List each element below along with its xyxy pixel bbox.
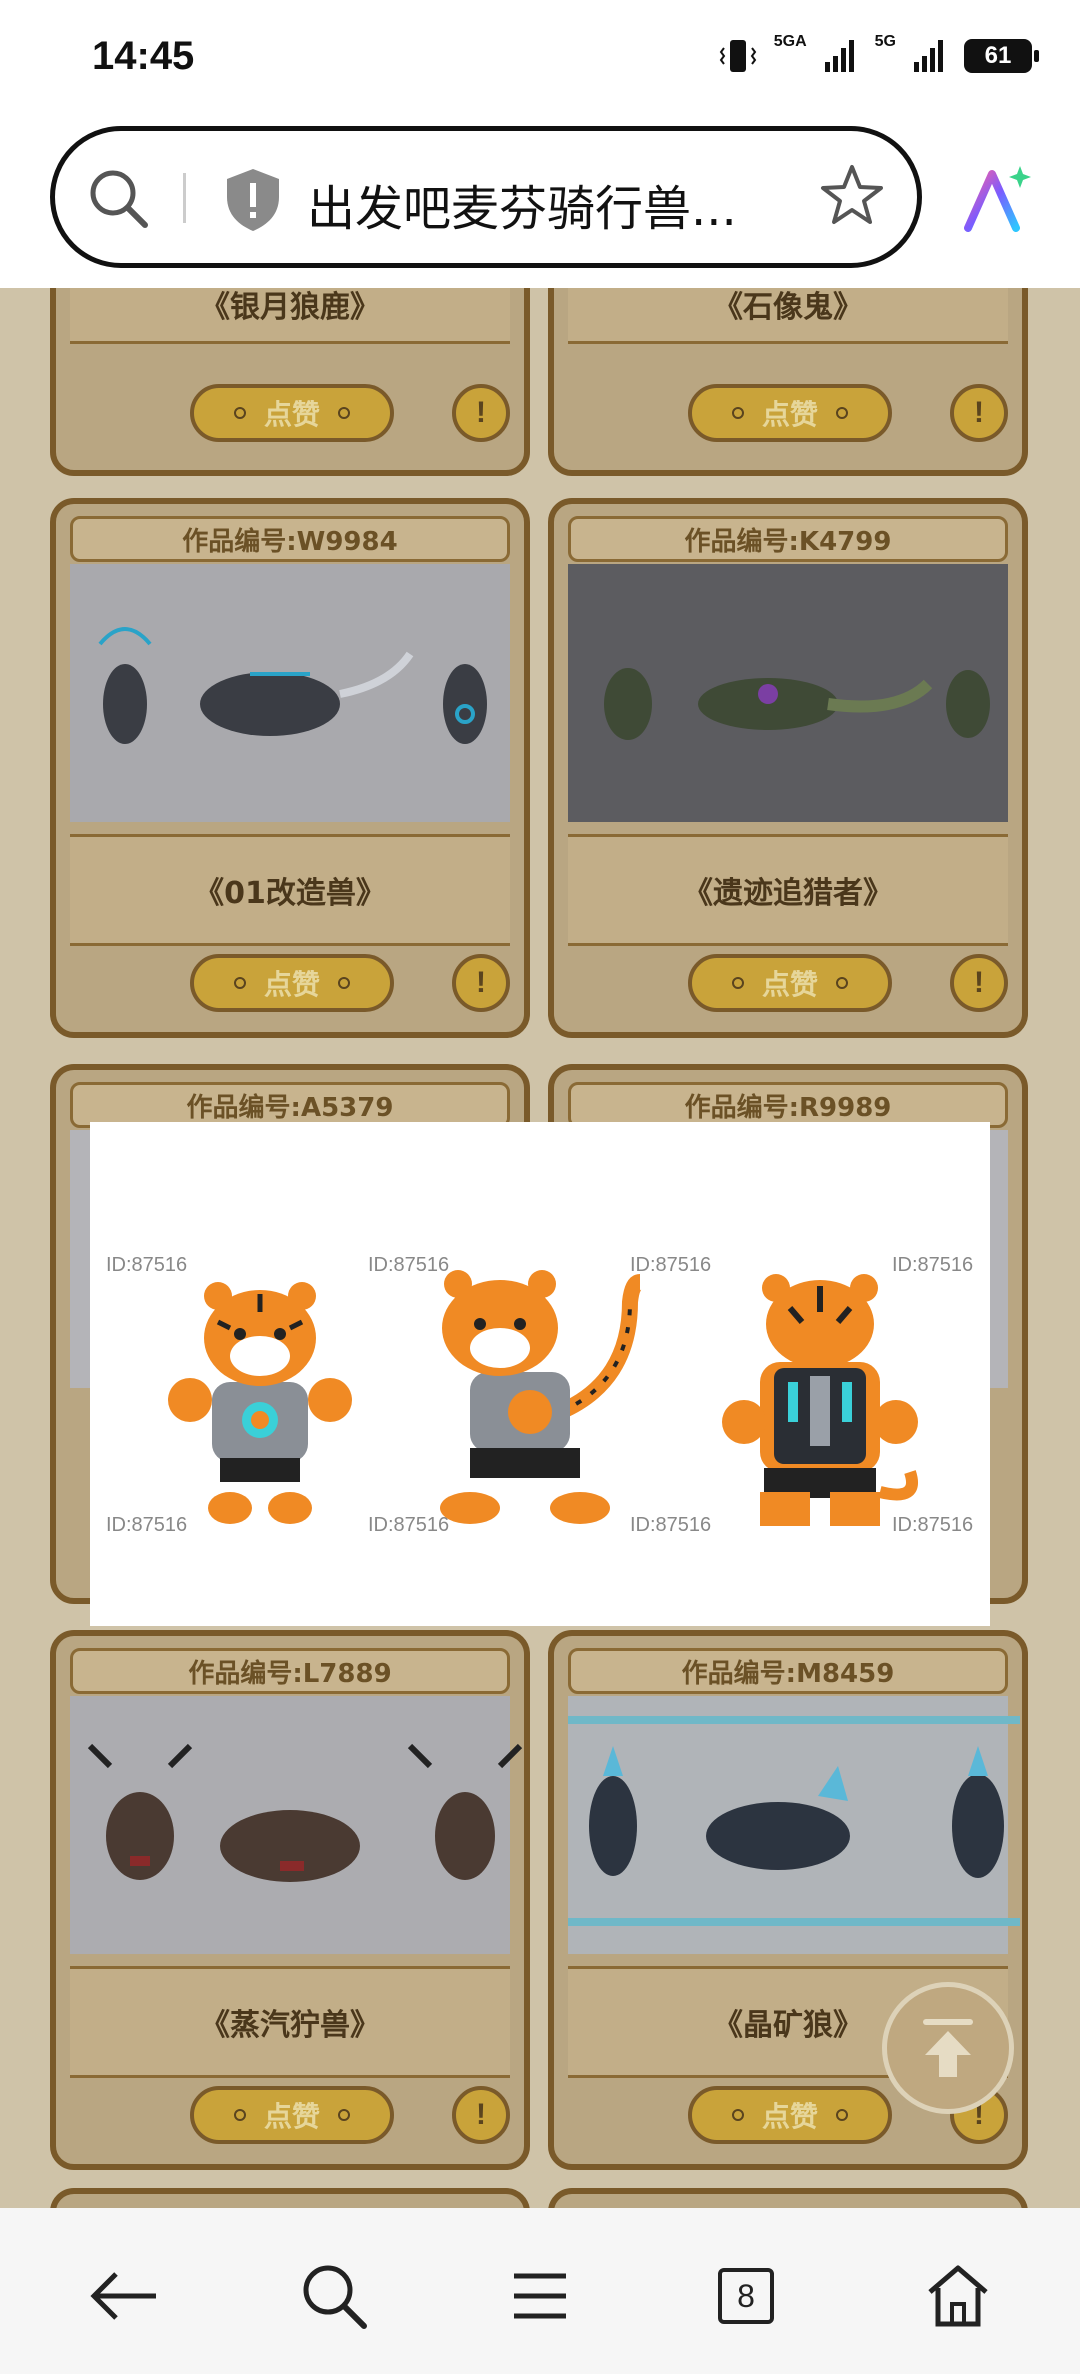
bookmark-star-icon[interactable] <box>817 161 887 231</box>
card-title-band: 《银月狼鹿》 <box>70 288 510 344</box>
mech-beast-sketch <box>98 627 487 744</box>
artwork-code: 作品编号:L7889 <box>188 1658 392 1689</box>
search-icon[interactable] <box>87 167 151 231</box>
button-dot-icon <box>836 2109 848 2121</box>
status-icons: 5GA 5G 61 <box>718 33 1039 76</box>
vibrate-icon <box>719 40 756 72</box>
like-button[interactable]: 点赞 <box>688 954 892 1012</box>
like-button[interactable]: 点赞 <box>190 384 394 442</box>
card-code-banner: 作品编号:M8459 <box>568 1648 1008 1694</box>
tabs-button[interactable]: 8 <box>706 2256 786 2336</box>
tiger-back-illustration <box>722 1274 918 1526</box>
page-title[interactable]: 出发吧麦芬骑行兽... <box>307 169 737 239</box>
artwork-card: 《银月狼鹿》 点赞 ! <box>50 288 530 476</box>
like-button[interactable]: 点赞 <box>190 954 394 1012</box>
button-dot-icon <box>731 977 744 989</box>
crystal-wolf-sketch <box>568 1716 1020 1926</box>
artwork-image[interactable] <box>568 564 1008 822</box>
button-dot-icon <box>338 407 350 419</box>
card-code-banner: 作品编号:W9984 <box>70 516 510 562</box>
clock: 14:45 <box>92 34 195 78</box>
like-label: 点赞 <box>761 2100 818 2133</box>
report-button[interactable]: ! <box>452 954 510 1012</box>
network-label-2: 5G <box>874 33 896 50</box>
home-icon <box>928 2265 988 2327</box>
artwork-image[interactable] <box>70 564 510 822</box>
button-dot-icon <box>233 407 246 419</box>
tiger-side-illustration <box>440 1270 643 1524</box>
battery-indicator: 61 <box>964 39 1039 73</box>
button-dot-icon <box>731 407 744 419</box>
card-title-band: 《遗迹追猎者》 <box>568 834 1008 946</box>
network-label-1: 5GA <box>773 33 807 50</box>
artwork-code: 作品编号:W9984 <box>182 526 398 557</box>
artwork-image[interactable] <box>568 1696 1020 1954</box>
search-icon <box>303 2265 367 2329</box>
card-title-band: 《01改造兽》 <box>70 834 510 946</box>
card-code-banner: 作品编号:L7889 <box>70 1648 510 1694</box>
hunter-beast-sketch <box>604 668 990 740</box>
like-label: 点赞 <box>761 398 818 431</box>
image-preview-popup[interactable]: ID:87516 ID:87516 ID:87516 ID:87516 ID:8… <box>90 1122 990 1626</box>
artwork-image[interactable] <box>70 1696 523 1954</box>
artwork-card: 作品编号:W9984 《01改造兽》 点赞 ! <box>50 498 530 1038</box>
steam-beast-sketch <box>87 1743 523 1882</box>
report-button[interactable]: ! <box>950 954 1008 1012</box>
signal-icon-2 <box>914 40 943 72</box>
like-button[interactable]: 点赞 <box>688 384 892 442</box>
button-dot-icon <box>233 977 246 989</box>
home-button[interactable] <box>918 2256 998 2336</box>
artwork-card: 作品编号:K4799 《遗迹追猎者》 点赞 ! <box>548 498 1028 1038</box>
menu-button[interactable] <box>500 2256 580 2336</box>
card-title-band: 《石像鬼》 <box>568 288 1008 344</box>
like-button[interactable]: 点赞 <box>190 2086 394 2144</box>
card-title-band: 《蒸汽狞兽》 <box>70 1966 510 2078</box>
like-label: 点赞 <box>263 968 320 1001</box>
back-to-top-button[interactable] <box>882 1982 1014 2114</box>
artwork-code: 作品编号:M8459 <box>681 1658 895 1689</box>
ai-assistant-icon[interactable] <box>958 162 1034 238</box>
tiger-front-illustration <box>168 1282 352 1524</box>
artwork-card: 作品编号:L7889 《蒸汽狞兽》 点赞 ! <box>50 1630 530 2170</box>
signal-icon <box>824 40 854 72</box>
card-title: 《银月狼鹿》 <box>200 290 380 325</box>
button-dot-icon <box>233 2109 246 2121</box>
artwork-code: 作品编号:A5379 <box>186 1092 394 1123</box>
like-label: 点赞 <box>263 2100 320 2133</box>
card-title: 《遗迹追猎者》 <box>683 876 893 911</box>
button-dot-icon <box>338 2109 350 2121</box>
card-title: 《晶矿狼》 <box>713 2008 863 2043</box>
status-bar: 14:45 5GA 5G 61 <box>0 0 1080 118</box>
artwork-code: 作品编号:K4799 <box>684 526 892 557</box>
like-button[interactable]: 点赞 <box>688 2086 892 2144</box>
report-button[interactable]: ! <box>452 2086 510 2144</box>
artwork-card <box>50 2188 530 2208</box>
report-button[interactable]: ! <box>950 384 1008 442</box>
card-title: 《蒸汽狞兽》 <box>200 2008 380 2043</box>
hamburger-menu-icon <box>514 2273 566 2319</box>
artwork-card <box>548 2188 1028 2208</box>
like-label: 点赞 <box>263 398 320 431</box>
card-title: 《石像鬼》 <box>713 290 863 325</box>
shield-icon[interactable] <box>223 167 283 233</box>
arrow-up-icon <box>923 2019 973 2077</box>
button-dot-icon <box>338 977 350 989</box>
artwork-card: 《石像鬼》 点赞 ! <box>548 288 1028 476</box>
button-dot-icon <box>731 2109 744 2121</box>
card-title: 《01改造兽》 <box>194 876 386 911</box>
like-label: 点赞 <box>761 968 818 1001</box>
button-dot-icon <box>836 977 848 989</box>
button-dot-icon <box>836 407 848 419</box>
search-button[interactable] <box>294 2256 374 2336</box>
back-button[interactable] <box>84 2256 164 2336</box>
report-button[interactable]: ! <box>452 384 510 442</box>
card-code-banner: 作品编号:K4799 <box>568 516 1008 562</box>
tab-count-badge: 8 <box>718 2268 774 2324</box>
address-divider <box>183 173 186 223</box>
artwork-code: 作品编号:R9989 <box>684 1092 892 1123</box>
back-arrow-icon <box>90 2272 156 2320</box>
address-bar[interactable]: 出发吧麦芬骑行兽... <box>50 126 922 268</box>
bottom-nav: 8 <box>0 2208 1080 2374</box>
